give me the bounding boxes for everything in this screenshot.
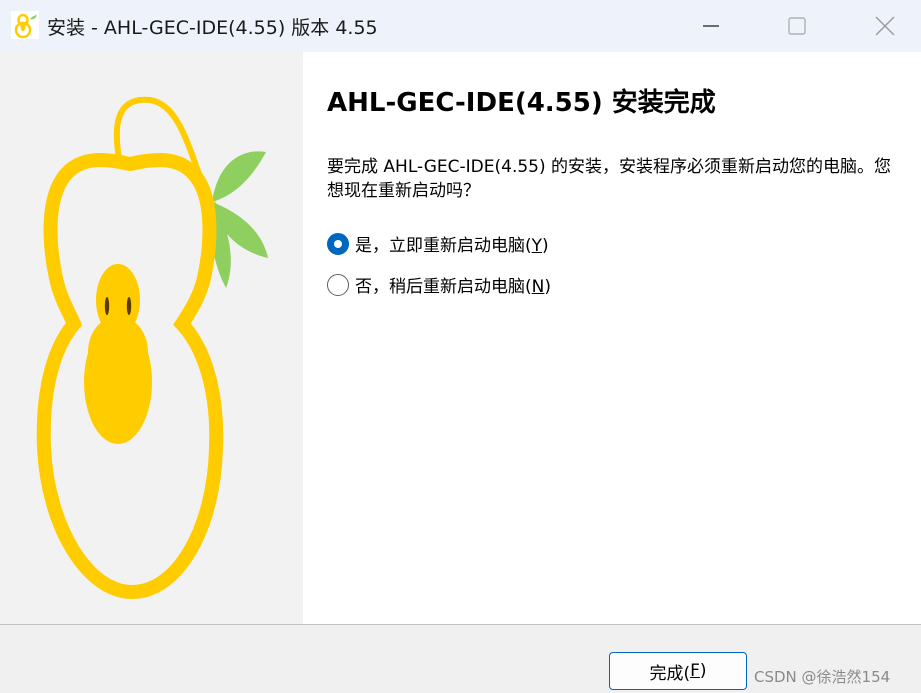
- close-icon: [875, 16, 895, 36]
- maximize-icon: [788, 17, 806, 35]
- maximize-button[interactable]: [774, 0, 820, 52]
- title-bar: 安装 - AHL-GEC-IDE(4.55) 版本 4.55: [0, 0, 921, 52]
- window-title: 安装 - AHL-GEC-IDE(4.55) 版本 4.55: [47, 17, 378, 39]
- restart-later-option[interactable]: 否，稍后重新启动电脑(N): [327, 272, 551, 297]
- wizard-footer: 完成(F) CSDN @徐浩然154: [0, 625, 921, 693]
- restart-later-radio[interactable]: [327, 273, 349, 296]
- minimize-button[interactable]: [688, 0, 734, 52]
- restart-now-option[interactable]: 是，立即重新启动电脑(Y): [327, 231, 549, 256]
- finish-button[interactable]: 完成(F): [609, 652, 747, 690]
- restart-now-radio[interactable]: [327, 232, 349, 255]
- restart-later-label: 否，稍后重新启动电脑(N): [355, 277, 551, 297]
- restart-now-label: 是，立即重新启动电脑(Y): [355, 236, 549, 256]
- page-title: AHL-GEC-IDE(4.55) 安装完成: [327, 88, 716, 118]
- watermark-text: CSDN @徐浩然154: [754, 668, 891, 686]
- wizard-content: AHL-GEC-IDE(4.55) 安装完成 要完成 AHL-GEC-IDE(4…: [303, 52, 921, 624]
- wizard-sidebar: [0, 52, 303, 624]
- restart-message: 要完成 AHL-GEC-IDE(4.55) 的安装，安装程序必须重新启动您的电脑…: [327, 157, 892, 201]
- gourd-logo-illustration: [36, 96, 268, 600]
- gourd-logo-icon: [11, 11, 39, 39]
- minimize-icon: [703, 25, 719, 27]
- close-button[interactable]: [862, 0, 908, 52]
